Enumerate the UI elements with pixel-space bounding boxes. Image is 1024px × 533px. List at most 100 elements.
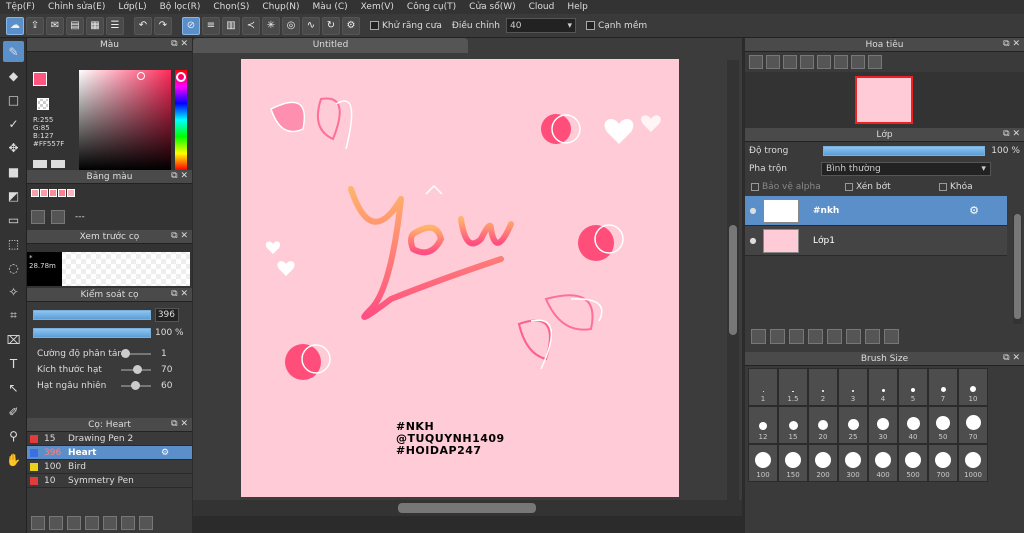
brush-size-cell[interactable]: 50 xyxy=(928,406,958,444)
visibility-icon[interactable]: ● xyxy=(745,206,761,215)
antialias-checkbox[interactable] xyxy=(370,21,379,30)
brush-size-cell[interactable]: 25 xyxy=(838,406,868,444)
trash-icon[interactable] xyxy=(139,516,153,530)
menu-capture[interactable]: Chụp(N) xyxy=(262,2,299,12)
menu-cloud[interactable]: Cloud xyxy=(529,2,555,12)
clipping-checkbox[interactable] xyxy=(845,182,853,191)
list-icon[interactable]: ☰ xyxy=(106,16,124,35)
cloud-icon[interactable]: ☁ xyxy=(6,16,24,35)
layer-row[interactable]: ● Lớp1 xyxy=(745,226,1007,256)
panel-controls-icon[interactable]: ⧉ ✕ xyxy=(1003,39,1020,49)
artboard[interactable]: #NKH @TUQUYNH1409 #HOIDAP247 xyxy=(241,59,679,497)
brush-size-cell[interactable]: 3 xyxy=(838,368,868,406)
sv-cursor[interactable] xyxy=(137,72,145,80)
palette-swatch[interactable] xyxy=(31,189,39,197)
brush-size-cell[interactable]: 400 xyxy=(868,444,898,482)
scroll-thumb[interactable] xyxy=(398,503,536,513)
saturation-value-box[interactable] xyxy=(79,70,171,170)
brush-size-cell[interactable]: 1000 xyxy=(958,444,988,482)
export-icon[interactable]: ⇪ xyxy=(26,16,44,35)
brush-size-cell[interactable]: 10 xyxy=(958,368,988,406)
gradient-tool-icon[interactable]: ▭ xyxy=(3,209,24,230)
navigator-thumbnail[interactable] xyxy=(855,76,913,124)
palette-remove-icon[interactable] xyxy=(51,160,65,168)
snap-vanish-icon[interactable]: ≺ xyxy=(242,16,260,35)
list-item[interactable]: 396 Heart ⚙ xyxy=(27,446,192,460)
brush-size-cell[interactable]: 30 xyxy=(868,406,898,444)
brush-size-cell[interactable]: 7 xyxy=(928,368,958,406)
panel-controls-icon[interactable]: ⧉ ✕ xyxy=(1003,129,1020,139)
brush-options-icon[interactable] xyxy=(67,516,81,530)
reset-rotate-icon[interactable] xyxy=(851,55,865,69)
menu-file[interactable]: Tệp(F) xyxy=(6,2,35,12)
brush-size-cell[interactable]: 1.5 xyxy=(778,368,808,406)
brush-size-cell[interactable]: 200 xyxy=(808,444,838,482)
select-pen-icon[interactable]: ⌗ xyxy=(3,305,24,326)
scroll-thumb[interactable] xyxy=(729,225,737,335)
menu-select[interactable]: Chọn(S) xyxy=(213,2,249,12)
rectangle-tool-icon[interactable]: □ xyxy=(3,89,24,110)
brush-size-cell[interactable]: 40 xyxy=(898,406,928,444)
zoom-out-icon[interactable] xyxy=(766,55,780,69)
adjust-select[interactable]: 40 ▾ xyxy=(505,18,576,33)
brush-size-cell[interactable]: 500 xyxy=(898,444,928,482)
palette-swatch[interactable] xyxy=(58,189,66,197)
brush-size-cell[interactable]: 70 xyxy=(958,406,988,444)
text-tool-icon[interactable]: T xyxy=(3,353,24,374)
magic-wand-icon[interactable]: ✧ xyxy=(3,281,24,302)
brush-size-cell[interactable]: 4 xyxy=(868,368,898,406)
flip-icon[interactable] xyxy=(868,55,882,69)
fit-icon[interactable] xyxy=(783,55,797,69)
canvas-vertical-scrollbar[interactable] xyxy=(727,60,739,500)
navigator-preview[interactable] xyxy=(745,72,1024,128)
redo-icon[interactable]: ↷ xyxy=(154,16,172,35)
hue-cursor[interactable] xyxy=(176,72,186,82)
duplicate-layer-icon[interactable] xyxy=(846,328,861,344)
new-layer-options-icon[interactable] xyxy=(789,328,804,344)
layer-add-menu-icon[interactable] xyxy=(808,328,823,344)
hue-slider[interactable] xyxy=(175,70,187,170)
protect-alpha-checkbox[interactable] xyxy=(751,182,759,191)
snap-parallel-icon[interactable]: ≡ xyxy=(202,16,220,35)
panel-controls-icon[interactable]: ⧉ ✕ xyxy=(171,419,188,429)
undo-icon[interactable]: ↶ xyxy=(134,16,152,35)
brush-size-cell[interactable]: 700 xyxy=(928,444,958,482)
panel-controls-icon[interactable]: ⧉ ✕ xyxy=(1003,353,1020,363)
soft-edge-checkbox[interactable] xyxy=(585,21,595,30)
brush-size-cell[interactable]: 100 xyxy=(748,444,778,482)
canvas-horizontal-scrollbar[interactable] xyxy=(193,500,742,516)
snap-radial-icon[interactable]: ✳ xyxy=(262,16,280,35)
new-brush-icon[interactable] xyxy=(49,516,63,530)
layer-scrollbar[interactable] xyxy=(1013,214,1022,324)
palette-swatch[interactable] xyxy=(49,189,57,197)
panel-controls-icon[interactable]: ⧉ ✕ xyxy=(171,39,188,49)
brush-opacity-slider[interactable] xyxy=(33,328,151,338)
panel-controls-icon[interactable]: ⧉ ✕ xyxy=(171,289,188,299)
brush-size-cell[interactable]: 150 xyxy=(778,444,808,482)
layer-row[interactable]: ● #nkh ⚙ xyxy=(745,196,1007,226)
scroll-thumb[interactable] xyxy=(1014,214,1021,319)
blend-mode-select[interactable]: Bình thường ▾ xyxy=(820,162,991,176)
snap-circle-icon[interactable]: ◎ xyxy=(282,16,300,35)
snap-curve-icon[interactable]: ∿ xyxy=(302,16,320,35)
menu-filter[interactable]: Bộ lọc(R) xyxy=(160,2,201,12)
visibility-icon[interactable]: ● xyxy=(745,236,761,245)
clipping-option[interactable]: Xén bớt xyxy=(845,182,935,192)
add-brush-icon[interactable] xyxy=(31,516,45,530)
comment-icon[interactable]: ✉ xyxy=(46,16,64,35)
bucket-tool-icon[interactable]: ◩ xyxy=(3,185,24,206)
lock-checkbox[interactable] xyxy=(939,182,947,191)
menu-window[interactable]: Cửa sổ(W) xyxy=(469,2,515,12)
menu-tools[interactable]: Công cụ(T) xyxy=(407,2,456,12)
merge-down-icon[interactable] xyxy=(865,328,880,344)
brush-size-cell[interactable]: 2 xyxy=(808,368,838,406)
param-knob[interactable] xyxy=(131,381,140,390)
snap-grid-icon[interactable]: ▥ xyxy=(222,16,240,35)
fill-shape-tool-icon[interactable]: ■ xyxy=(3,161,24,182)
foreground-color-swatch[interactable] xyxy=(33,72,47,86)
page-icon[interactable]: ▤ xyxy=(66,16,84,35)
menu-edit[interactable]: Chỉnh sửa(E) xyxy=(48,2,105,12)
check-tool-icon[interactable]: ✓ xyxy=(3,113,24,134)
snap-rotate-icon[interactable]: ↻ xyxy=(322,16,340,35)
move-tool-icon[interactable]: ✥ xyxy=(3,137,24,158)
